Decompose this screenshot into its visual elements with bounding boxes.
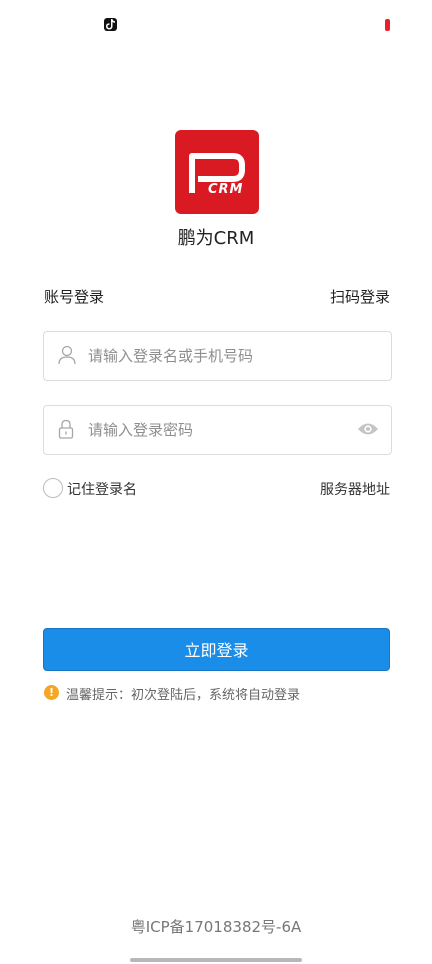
remember-checkbox[interactable] xyxy=(43,478,63,498)
battery-icon xyxy=(385,19,390,31)
tip-text: 温馨提示：初次登陆后，系统将自动登录 xyxy=(66,688,301,703)
status-bar xyxy=(0,0,432,50)
tab-account-login[interactable]: 账号登录 xyxy=(44,286,104,307)
remember-label[interactable]: 记住登录名 xyxy=(67,479,137,499)
icp-license[interactable]: 粤ICP备17018382号-6A xyxy=(0,916,432,937)
password-input[interactable] xyxy=(88,406,338,454)
eye-icon[interactable] xyxy=(357,421,379,441)
crm-logo-icon: CRM xyxy=(175,130,259,214)
user-icon xyxy=(58,345,76,369)
logo-text: CRM xyxy=(208,182,244,197)
tab-qr-login[interactable]: 扫码登录 xyxy=(330,286,390,307)
username-field[interactable] xyxy=(43,331,392,381)
server-address-link[interactable]: 服务器地址 xyxy=(320,479,390,499)
tiktok-icon xyxy=(104,18,117,31)
username-input[interactable] xyxy=(88,332,338,380)
lock-icon xyxy=(58,419,74,443)
warning-icon: ! xyxy=(44,685,59,700)
app-name: 鹏为CRM xyxy=(177,228,255,249)
password-field[interactable] xyxy=(43,405,392,455)
home-indicator[interactable] xyxy=(130,958,302,962)
login-button[interactable]: 立即登录 xyxy=(43,628,390,671)
